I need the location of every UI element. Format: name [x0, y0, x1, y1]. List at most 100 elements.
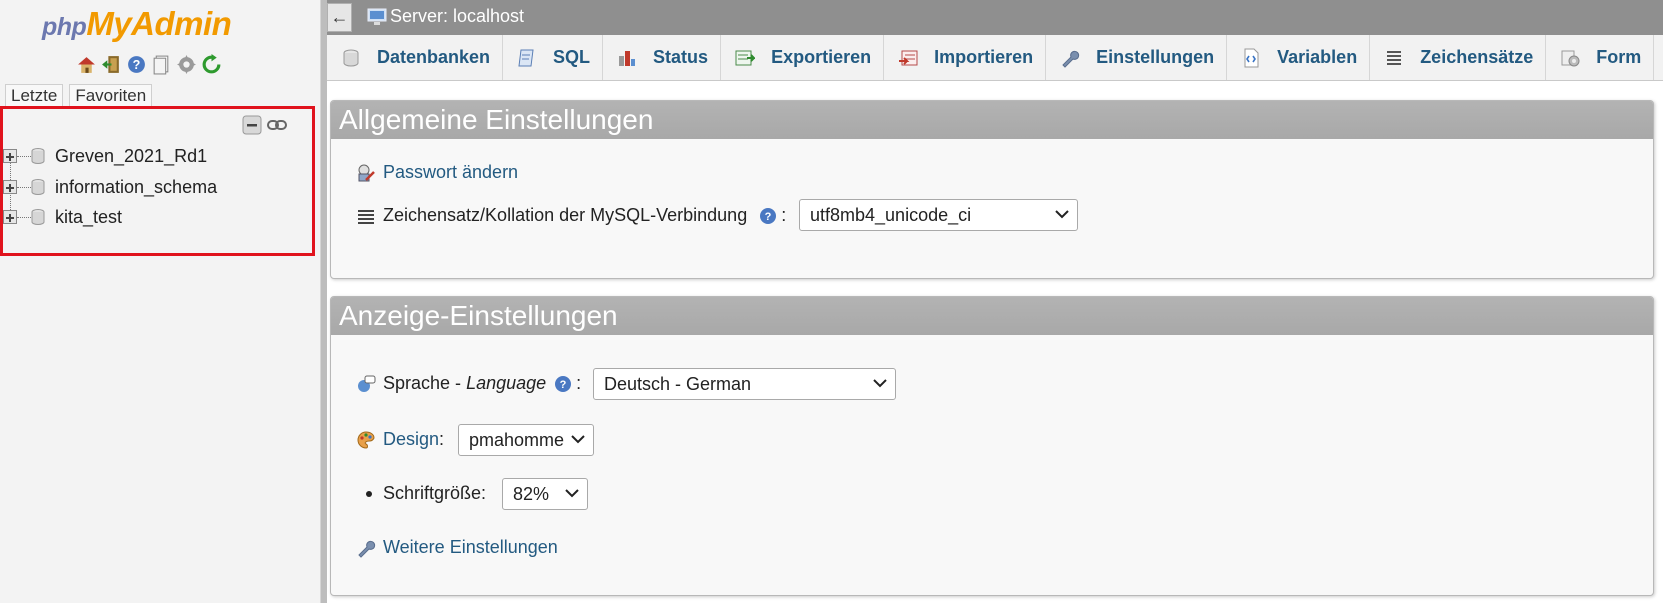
wrench-icon — [358, 540, 376, 558]
language-colon: : — [576, 373, 582, 393]
reload-icon[interactable] — [201, 54, 222, 75]
menu-label: Importieren — [934, 47, 1034, 67]
bullet — [366, 490, 372, 497]
chevron-down-icon — [873, 379, 887, 388]
language-select[interactable]: Deutsch - German — [593, 368, 896, 400]
collation-select[interactable]: utf8mb4_unicode_ci — [799, 199, 1078, 231]
password-icon — [358, 164, 375, 181]
home-icon[interactable] — [76, 54, 97, 75]
tab-formate[interactable]: Form — [1546, 35, 1655, 80]
panel-title: Allgemeine Einstellungen — [331, 101, 1653, 139]
quick-icons: ? — [76, 54, 222, 75]
database-icon — [31, 179, 45, 195]
design-colon: : — [439, 429, 445, 449]
collation-row: Zeichensatz/Kollation der MySQL-Verbindu… — [356, 205, 786, 226]
more-settings-link[interactable]: Weitere Einstellungen — [383, 537, 558, 558]
tab-zeichensaetze[interactable]: Zeichensätze — [1370, 35, 1547, 80]
fontsize-value: 82% — [513, 484, 550, 504]
fontsize-select[interactable]: 82% — [502, 478, 588, 510]
engines-icon — [1561, 50, 1580, 66]
design-link[interactable]: Design — [383, 429, 439, 450]
menu-label: SQL — [553, 47, 591, 67]
phpmyadmin-logo[interactable]: phpMyAdmin — [42, 5, 232, 43]
collation-colon: : — [781, 205, 787, 225]
design-value: pmahomme — [469, 430, 565, 450]
menu-label: Variablen — [1277, 47, 1358, 67]
svg-text:?: ? — [133, 58, 141, 72]
logout-icon[interactable] — [101, 54, 122, 75]
tree-connector — [17, 216, 31, 218]
tab-variablen[interactable]: Variablen — [1227, 35, 1371, 80]
export-icon — [735, 50, 756, 65]
language-value: Deutsch - German — [604, 374, 752, 394]
tab-einstellungen[interactable]: Einstellungen — [1046, 35, 1228, 80]
tab-favorites[interactable]: Favoriten — [69, 84, 153, 106]
menu-label: Form — [1596, 47, 1642, 67]
menu-label: Exportieren — [771, 47, 872, 67]
database-icon — [343, 49, 359, 66]
help-icon[interactable]: ? — [759, 207, 777, 225]
server-icon — [367, 8, 387, 25]
help-icon[interactable]: ? — [126, 54, 147, 75]
sql-icon — [518, 49, 534, 66]
tab-importieren[interactable]: Importieren — [884, 35, 1047, 80]
collation-label: Zeichensatz/Kollation der MySQL-Verbindu… — [383, 205, 748, 225]
tab-datenbanken[interactable]: Datenbanken — [327, 35, 504, 80]
db-name[interactable]: Greven_2021_Rd1 — [55, 146, 207, 167]
db-name[interactable]: kita_test — [55, 207, 122, 228]
svg-text:?: ? — [560, 379, 567, 391]
variables-icon — [1244, 48, 1259, 67]
more-settings-row: Weitere Einstellungen — [356, 537, 558, 558]
charset-icon — [1387, 50, 1402, 65]
db-name[interactable]: information_schema — [55, 177, 217, 198]
design-row: Design: — [356, 429, 444, 450]
settings-icon[interactable] — [176, 54, 197, 75]
nav-tabs: Letzte Favoriten — [5, 84, 153, 106]
database-icon — [31, 209, 45, 225]
collation-value: utf8mb4_unicode_ci — [810, 205, 972, 225]
general-settings-panel: Allgemeine Einstellungen — [330, 100, 1654, 279]
menu-label: Zeichensätze — [1420, 47, 1534, 67]
help-icon[interactable]: ? — [554, 375, 572, 393]
tree-connector — [17, 155, 31, 157]
import-icon — [899, 50, 918, 65]
expand-icon[interactable] — [3, 210, 17, 224]
panel-title: Anzeige-Einstellungen — [331, 297, 1653, 335]
change-password-row: Passwort ändern — [356, 162, 518, 183]
language-icon — [358, 375, 376, 392]
menu-label: Einstellungen — [1096, 47, 1215, 67]
palette-icon — [357, 430, 375, 449]
menu-label: Status — [653, 47, 709, 67]
tree-connector — [17, 186, 31, 188]
docs-icon[interactable] — [151, 54, 172, 75]
expand-icon[interactable] — [3, 180, 17, 194]
db-item-greven[interactable]: Greven_2021_Rd1 — [3, 144, 207, 168]
db-item-kita-test[interactable]: kita_test — [3, 205, 122, 229]
db-item-information-schema[interactable]: information_schema — [3, 175, 217, 199]
nav-resize-handle[interactable] — [320, 0, 327, 603]
tab-status[interactable]: Status — [603, 35, 722, 80]
tab-sql[interactable]: SQL — [503, 35, 604, 80]
navigation-panel: phpMyAdmin ? Letzte Favoriten Greven_202… — [0, 0, 320, 603]
wrench-icon — [1062, 50, 1080, 68]
svg-text:?: ? — [765, 211, 772, 223]
collapse-all-icon[interactable] — [242, 115, 262, 135]
breadcrumb-server[interactable]: Server: localhost — [390, 6, 524, 27]
breadcrumb-bar: ← Server: localhost — [327, 0, 1663, 35]
fontsize-row: Schriftgröße: — [366, 483, 486, 504]
design-select[interactable]: pmahomme — [458, 424, 594, 456]
tab-recent[interactable]: Letzte — [5, 84, 64, 106]
tree-tools — [242, 115, 288, 135]
language-label: Sprache - — [383, 373, 462, 393]
chevron-down-icon — [565, 489, 579, 498]
database-icon — [31, 148, 45, 164]
chevron-down-icon — [1055, 210, 1069, 219]
expand-icon[interactable] — [3, 149, 17, 163]
collapse-nav-button[interactable]: ← — [327, 3, 352, 32]
tab-exportieren[interactable]: Exportieren — [721, 35, 885, 80]
link-icon[interactable] — [266, 115, 288, 135]
chevron-down-icon — [571, 435, 585, 444]
main-menu: Datenbanken SQL Status Exportieren Impor… — [327, 35, 1663, 81]
fontsize-label: Schriftgröße: — [383, 483, 487, 503]
change-password-link[interactable]: Passwort ändern — [383, 162, 518, 183]
